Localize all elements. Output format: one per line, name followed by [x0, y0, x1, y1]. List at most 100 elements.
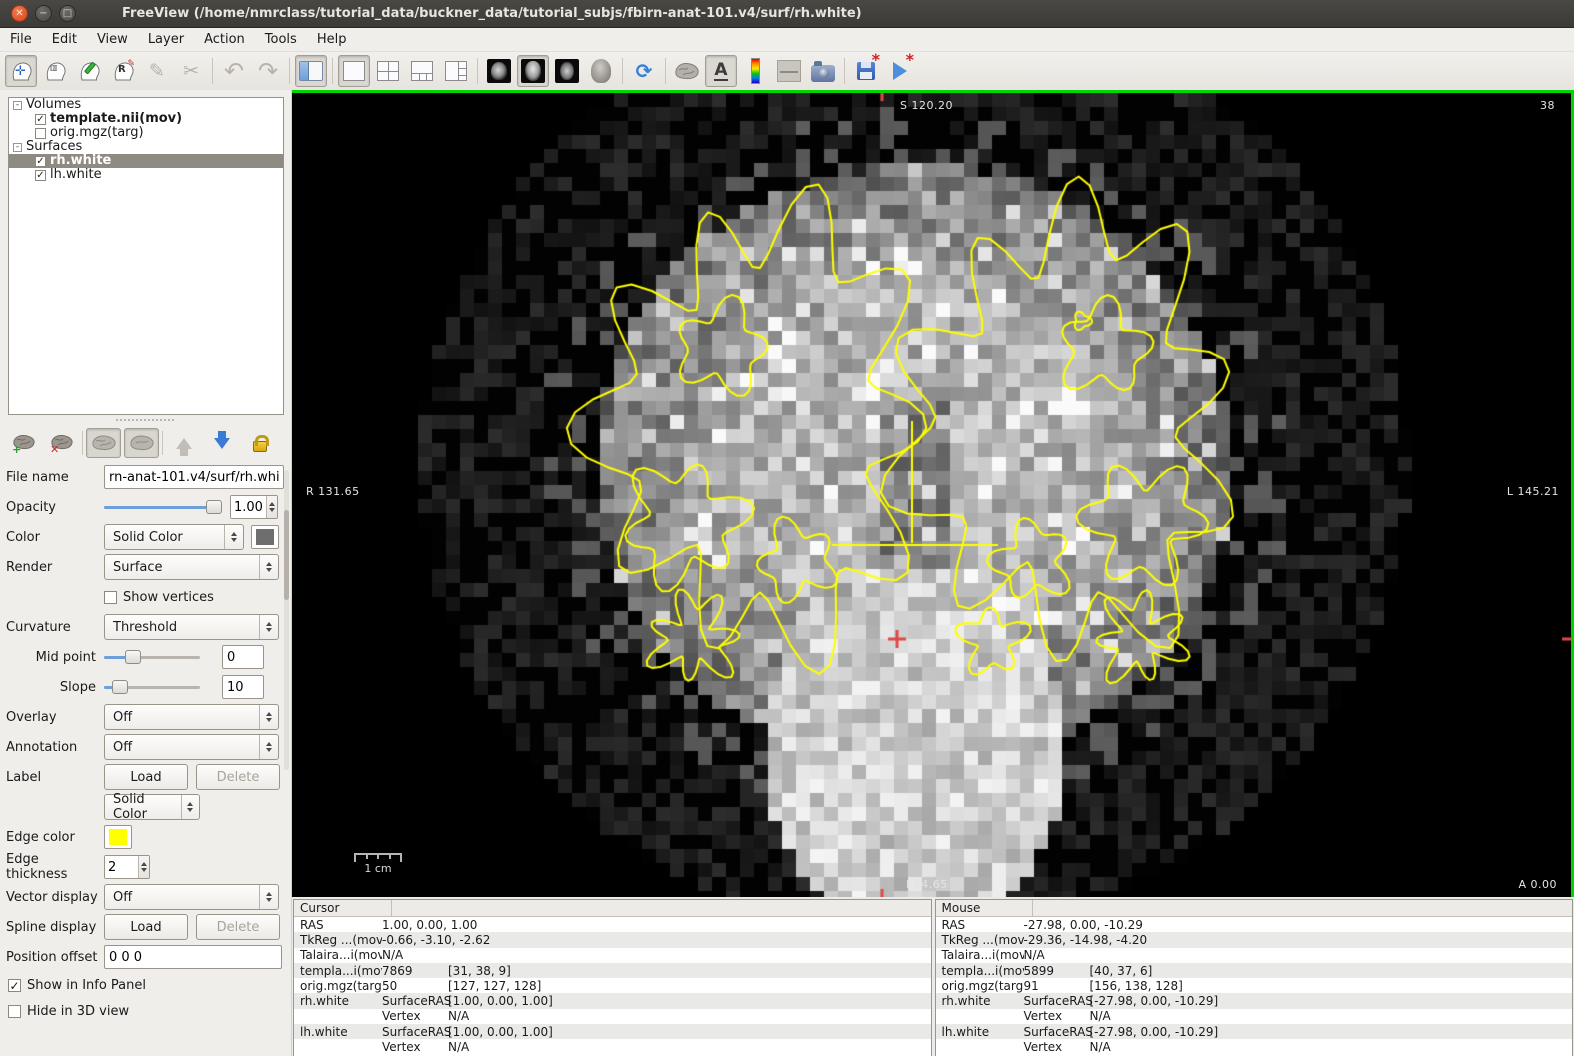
move-layer-up-button[interactable]	[166, 428, 201, 458]
checkbox-icon[interactable]: ✓	[8, 979, 21, 992]
menu-action[interactable]: Action	[194, 29, 255, 50]
overlay-combobox[interactable]: Off	[104, 704, 279, 730]
goto-point-button[interactable]: *	[884, 55, 916, 87]
spin-arrows-icon[interactable]	[266, 496, 277, 518]
hide-in-3d-checkbox[interactable]: Hide in 3D view	[0, 998, 284, 1024]
info-row: RAS1.00, 0.00, 1.00	[294, 917, 931, 932]
slice-canvas[interactable]	[292, 93, 1571, 897]
layout-1n3-side-button[interactable]	[440, 55, 472, 87]
toggle-panels-button[interactable]	[295, 55, 327, 87]
curvature-combobox[interactable]: Threshold	[104, 614, 279, 640]
show-text-annotation-button[interactable]: A	[705, 55, 737, 87]
info-row: RAS-27.98, 0.00, -10.29	[936, 917, 1573, 932]
menu-edit[interactable]: Edit	[42, 29, 87, 50]
edge-thickness-spinbox[interactable]	[104, 855, 150, 879]
redo-button[interactable]: ↷	[252, 55, 284, 87]
show-in-info-checkbox[interactable]: ✓ Show in Info Panel	[0, 972, 284, 998]
checkbox-icon[interactable]	[8, 1005, 21, 1018]
tree-group-volumes[interactable]: - Volumes	[13, 98, 283, 112]
navigate-button[interactable]: ✛	[5, 55, 37, 87]
coronal-viewport[interactable]: S 120.20 38 R 131.65 L 145.21 I 54.65 A …	[292, 90, 1574, 897]
undo-button[interactable]: ↶	[218, 55, 250, 87]
label-delete-button[interactable]: Delete	[196, 764, 280, 790]
edge-color-swatch[interactable]	[104, 825, 132, 849]
render-combobox[interactable]: Surface	[104, 554, 279, 580]
opacity-value[interactable]	[231, 496, 266, 518]
roi-edit-button[interactable]: R ✎	[107, 55, 139, 87]
panel-scrollbar[interactable]	[284, 470, 289, 770]
checkbox-icon[interactable]	[104, 591, 117, 604]
move-layer-down-button[interactable]	[204, 428, 239, 458]
slope-input[interactable]	[222, 675, 264, 699]
layer-checkbox[interactable]	[35, 128, 46, 139]
menu-layer[interactable]: Layer	[138, 29, 194, 50]
close-button[interactable]: ✕	[11, 5, 28, 22]
position-offset-input[interactable]	[104, 945, 282, 969]
time-course-button[interactable]	[773, 55, 805, 87]
spin-arrows-icon[interactable]	[138, 856, 149, 878]
edge-thickness-value[interactable]	[105, 856, 138, 878]
layout-1n3-button[interactable]	[406, 55, 438, 87]
surface-inflated-button[interactable]	[124, 428, 159, 458]
coronal-view-icon	[521, 59, 545, 83]
recon-edit-button[interactable]: ✎	[141, 55, 173, 87]
menu-view[interactable]: View	[87, 29, 138, 50]
layer-checkbox[interactable]: ✓	[35, 170, 46, 181]
vector-display-combobox[interactable]: Off	[104, 884, 279, 910]
load-surface-button[interactable]: +	[6, 428, 41, 458]
menu-help[interactable]: Help	[307, 29, 357, 50]
menu-file[interactable]: File	[0, 29, 42, 50]
tree-group-surfaces[interactable]: - Surfaces	[13, 140, 283, 154]
menu-tools[interactable]: Tools	[255, 29, 307, 50]
unload-surface-button[interactable]: ✕	[44, 428, 79, 458]
view-axial-button[interactable]	[551, 55, 583, 87]
tree-item-template[interactable]: ✓ template.nii(mov)	[13, 112, 283, 126]
show-in-info-label: Show in Info Panel	[27, 978, 146, 993]
maximize-button[interactable]: □	[59, 5, 76, 22]
show-vertices-checkbox[interactable]: Show vertices	[104, 584, 214, 610]
save-point-set-button[interactable]: *	[850, 55, 882, 87]
layer-checkbox[interactable]: ✓	[35, 114, 46, 125]
letter-a-icon: A	[714, 62, 727, 81]
collapse-icon[interactable]: -	[13, 101, 22, 110]
color-combobox[interactable]: Solid Color	[104, 524, 244, 550]
label-color-combobox[interactable]: Solid Color	[104, 794, 200, 820]
mid-point-label: Mid point	[6, 650, 104, 665]
show-surface-button[interactable]	[671, 55, 703, 87]
slope-slider[interactable]	[104, 678, 200, 696]
toolbar-separator	[162, 431, 163, 455]
voxel-edit-button[interactable]	[73, 55, 105, 87]
cut-line-button[interactable]: ✂	[175, 55, 207, 87]
mid-point-input[interactable]	[222, 645, 264, 669]
spline-delete-button[interactable]: Delete	[196, 914, 280, 940]
tree-splitter[interactable]	[8, 417, 284, 423]
layer-checkbox[interactable]: ✓	[35, 156, 46, 167]
lock-layer-button[interactable]	[242, 428, 277, 458]
layout-1n3-side-icon	[445, 61, 467, 81]
view-3d-button[interactable]	[585, 55, 617, 87]
minimize-button[interactable]: −	[35, 5, 52, 22]
screenshot-button[interactable]	[807, 55, 839, 87]
surface-main-button[interactable]	[86, 428, 121, 458]
reset-view-button[interactable]: ⟳	[628, 55, 660, 87]
tree-item-rh-white[interactable]: ✓ rh.white	[9, 154, 283, 168]
curvature-value: Threshold	[113, 620, 177, 635]
opacity-slider[interactable]	[104, 498, 222, 516]
layout-1x1-button[interactable]	[338, 55, 370, 87]
tree-item-lh-white[interactable]: ✓ lh.white	[13, 168, 283, 182]
measure-button[interactable]: ▥	[39, 55, 71, 87]
layout-2x2-button[interactable]	[372, 55, 404, 87]
surface-color-swatch[interactable]	[251, 525, 279, 549]
lock-icon	[253, 441, 267, 452]
annotation-combobox[interactable]: Off	[104, 734, 279, 760]
mid-point-slider[interactable]	[104, 648, 200, 666]
view-sagittal-button[interactable]	[483, 55, 515, 87]
tree-item-orig[interactable]: orig.mgz(targ)	[13, 126, 283, 140]
label-load-button[interactable]: Load	[104, 764, 188, 790]
opacity-spinbox[interactable]	[230, 495, 278, 519]
view-coronal-button[interactable]	[517, 55, 549, 87]
show-colorbar-button[interactable]	[739, 55, 771, 87]
collapse-icon[interactable]: -	[13, 143, 22, 152]
file-name-input[interactable]	[104, 465, 284, 489]
spline-load-button[interactable]: Load	[104, 914, 188, 940]
